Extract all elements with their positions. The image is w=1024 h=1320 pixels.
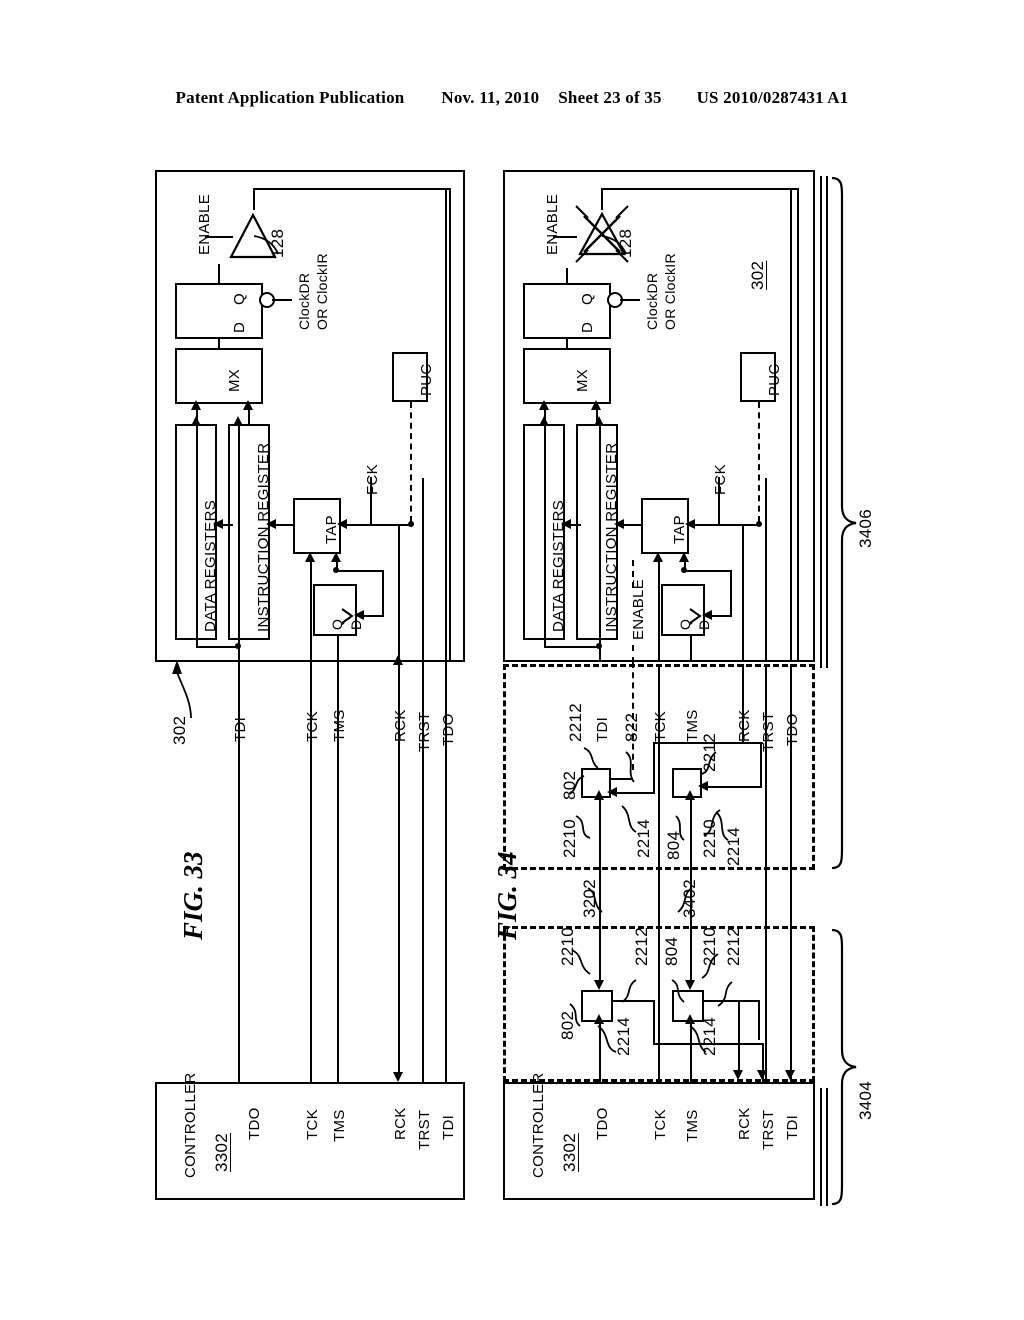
mux-block — [175, 348, 263, 404]
controller-pin-trst: TRST — [416, 1109, 433, 1150]
header-patent-number: US 2010/0287431 A1 — [696, 88, 849, 107]
upper-802-side-leader — [621, 805, 637, 833]
controller-pin-trst-fig34: TRST — [760, 1109, 777, 1150]
controller-pin-tck: TCK — [304, 1109, 321, 1140]
upper-802-leader — [569, 775, 585, 795]
chip-pin-tdo: TDO — [440, 713, 457, 746]
controller-pin-rck-fig34: RCK — [736, 1107, 753, 1140]
mux-label-fig34: MX — [574, 368, 591, 392]
bus-3402-leader — [677, 887, 693, 913]
chip-ref-leader — [172, 660, 192, 719]
chip-ref-302-fig34: 302 — [748, 260, 767, 290]
enable-label-fig34: ENABLE — [544, 194, 561, 255]
enable-label: ENABLE — [196, 194, 213, 255]
controller-pin-rck: RCK — [392, 1107, 409, 1140]
chip-pin-tck: TCK — [304, 711, 321, 742]
controller-title: CONTROLLER — [182, 1072, 199, 1178]
controller-title-fig34: CONTROLLER — [530, 1072, 547, 1178]
header-date: Nov. 11, 2010 — [441, 88, 540, 107]
signal-822-leader — [625, 751, 635, 783]
clock-label-line1: ClockDR — [296, 272, 312, 330]
page-header: Patent Application Publication Nov. 11, … — [0, 88, 1024, 108]
upper-802-out-leader — [583, 747, 599, 769]
figure-33-caption: FIG. 33 — [178, 851, 208, 940]
puc-label: PUC — [418, 363, 435, 396]
bracket-3404-label: 3404 — [856, 1080, 875, 1120]
lower-802-out-ref: 2212 — [632, 926, 651, 966]
chip-pin-trst: TRST — [416, 711, 433, 752]
flipflop-d-label: D — [231, 321, 248, 333]
flipflop-q-label-fig34: Q — [579, 293, 596, 305]
instruction-register-label: INSTRUCTION REGISTER — [255, 442, 272, 632]
upper-802-out-ref: 2212 — [566, 702, 585, 742]
lower-802-in-leader — [571, 949, 591, 975]
instruction-register-label-fig34: INSTRUCTION REGISTER — [603, 442, 620, 632]
enable-internal-label: ENABLE — [630, 579, 647, 640]
header-sheet: Sheet 23 of 35 — [558, 88, 662, 107]
controller-pin-tms: TMS — [331, 1109, 348, 1142]
clock-label-line1-fig34: ClockDR — [644, 272, 660, 330]
controller-pin-tdi-fig34: TDI — [784, 1114, 801, 1140]
lower-804-out-ref: 2212 — [724, 926, 743, 966]
controller-pin-tck-fig34: TCK — [652, 1109, 669, 1140]
fck-label: FCK — [364, 464, 381, 495]
mux-block-fig34 — [523, 348, 611, 404]
bracket-3406-label: 3406 — [856, 508, 875, 548]
lower-block-804-ref: 804 — [662, 936, 681, 966]
controller-pin-tdo: TDO — [246, 1107, 263, 1140]
buffer-ref-128: 128 — [268, 228, 287, 258]
lower-802-leader — [569, 1003, 581, 1027]
bracket-3404 — [831, 928, 857, 1206]
upper-804-side-leader — [715, 811, 729, 841]
controller-ref: 3302 — [212, 1132, 231, 1172]
upper-804-out-leader — [701, 751, 717, 775]
clock-label-line2-fig34: OR ClockIR — [662, 253, 678, 330]
controller-pin-tms-fig34: TMS — [684, 1109, 701, 1142]
patent-drawing-page: Patent Application Publication Nov. 11, … — [0, 0, 1024, 1320]
flipflop-q-label: Q — [231, 293, 248, 305]
fck-label-fig34: FCK — [712, 464, 729, 495]
header-publication: Patent Application Publication — [175, 88, 405, 107]
controller-pin-tdo-fig34: TDO — [594, 1107, 611, 1140]
output-flipflop — [175, 283, 263, 339]
output-flipflop-fig34 — [523, 283, 611, 339]
chip-pin-tms: TMS — [331, 709, 348, 742]
controller-pin-tdi: TDI — [440, 1114, 457, 1140]
buffer-ref-128-fig34: 128 — [616, 228, 635, 258]
chip-pin-rck: RCK — [392, 709, 409, 742]
flipflop-d-label-fig34: D — [579, 321, 596, 333]
bus-3202-leader — [587, 887, 603, 913]
puc-label-fig34: PUC — [766, 363, 783, 396]
upper-802-in-leader — [575, 815, 591, 839]
clock-label-line2: OR ClockIR — [314, 253, 330, 330]
lower-802-side-leader — [597, 1025, 617, 1053]
mux-label: MX — [226, 368, 243, 392]
controller-ref-fig34: 3302 — [560, 1132, 579, 1172]
chip-pin-tdi: TDI — [232, 716, 249, 742]
